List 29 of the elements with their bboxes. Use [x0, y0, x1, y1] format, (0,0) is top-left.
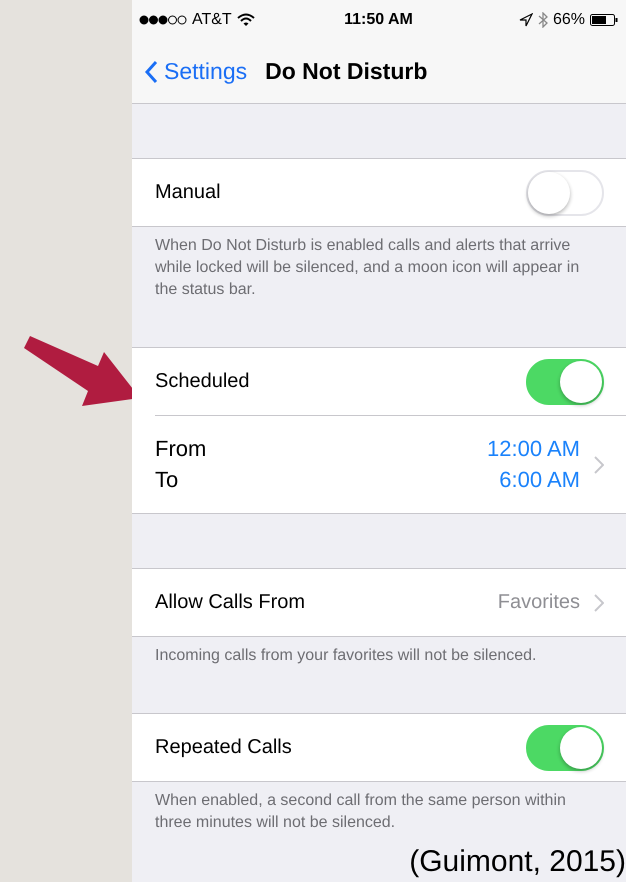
bluetooth-icon [538, 12, 548, 28]
battery-percent: 66% [552, 11, 585, 29]
status-time: 11:50 AM [344, 11, 413, 29]
chevron-icon [594, 456, 604, 474]
setting-value: Favorites [498, 591, 580, 614]
toggle-switch[interactable] [526, 358, 604, 404]
chevron-icon [594, 594, 604, 612]
toggle-switch[interactable] [526, 724, 604, 770]
setting-label: Manual [155, 181, 222, 204]
to-time: 6:00 AM [499, 467, 580, 493]
wifi-icon [236, 13, 255, 27]
screen-title: Do Not Disturb [265, 58, 428, 85]
detail-row[interactable]: Allow Calls From Favorites [132, 569, 626, 636]
back-chevron-icon [144, 60, 158, 84]
setting-label: Allow Calls From [155, 591, 306, 614]
to-label: To [155, 467, 180, 493]
from-label: From [155, 436, 208, 462]
from-time: 12:00 AM [487, 436, 580, 462]
section-footer: Incoming calls from your favorites will not be silenced. [132, 637, 626, 685]
battery-icon [590, 14, 618, 26]
setting-label: Repeated Calls [155, 736, 293, 759]
schedule-row[interactable]: From To 12:00 AM 6:00 AM [132, 416, 626, 513]
citation: (Guimont, 2015) [409, 844, 626, 880]
back-button[interactable]: Settings [144, 58, 248, 85]
setting-label: Scheduled [155, 370, 251, 393]
location-icon [518, 13, 533, 27]
carrier-name: AT&T [192, 11, 232, 29]
section-footer: When Do Not Disturb is enabled calls and alerts that arrive while locked will be silenced, and a moon icon will appear in the status bar. [132, 227, 626, 319]
signal-icon [139, 15, 187, 25]
